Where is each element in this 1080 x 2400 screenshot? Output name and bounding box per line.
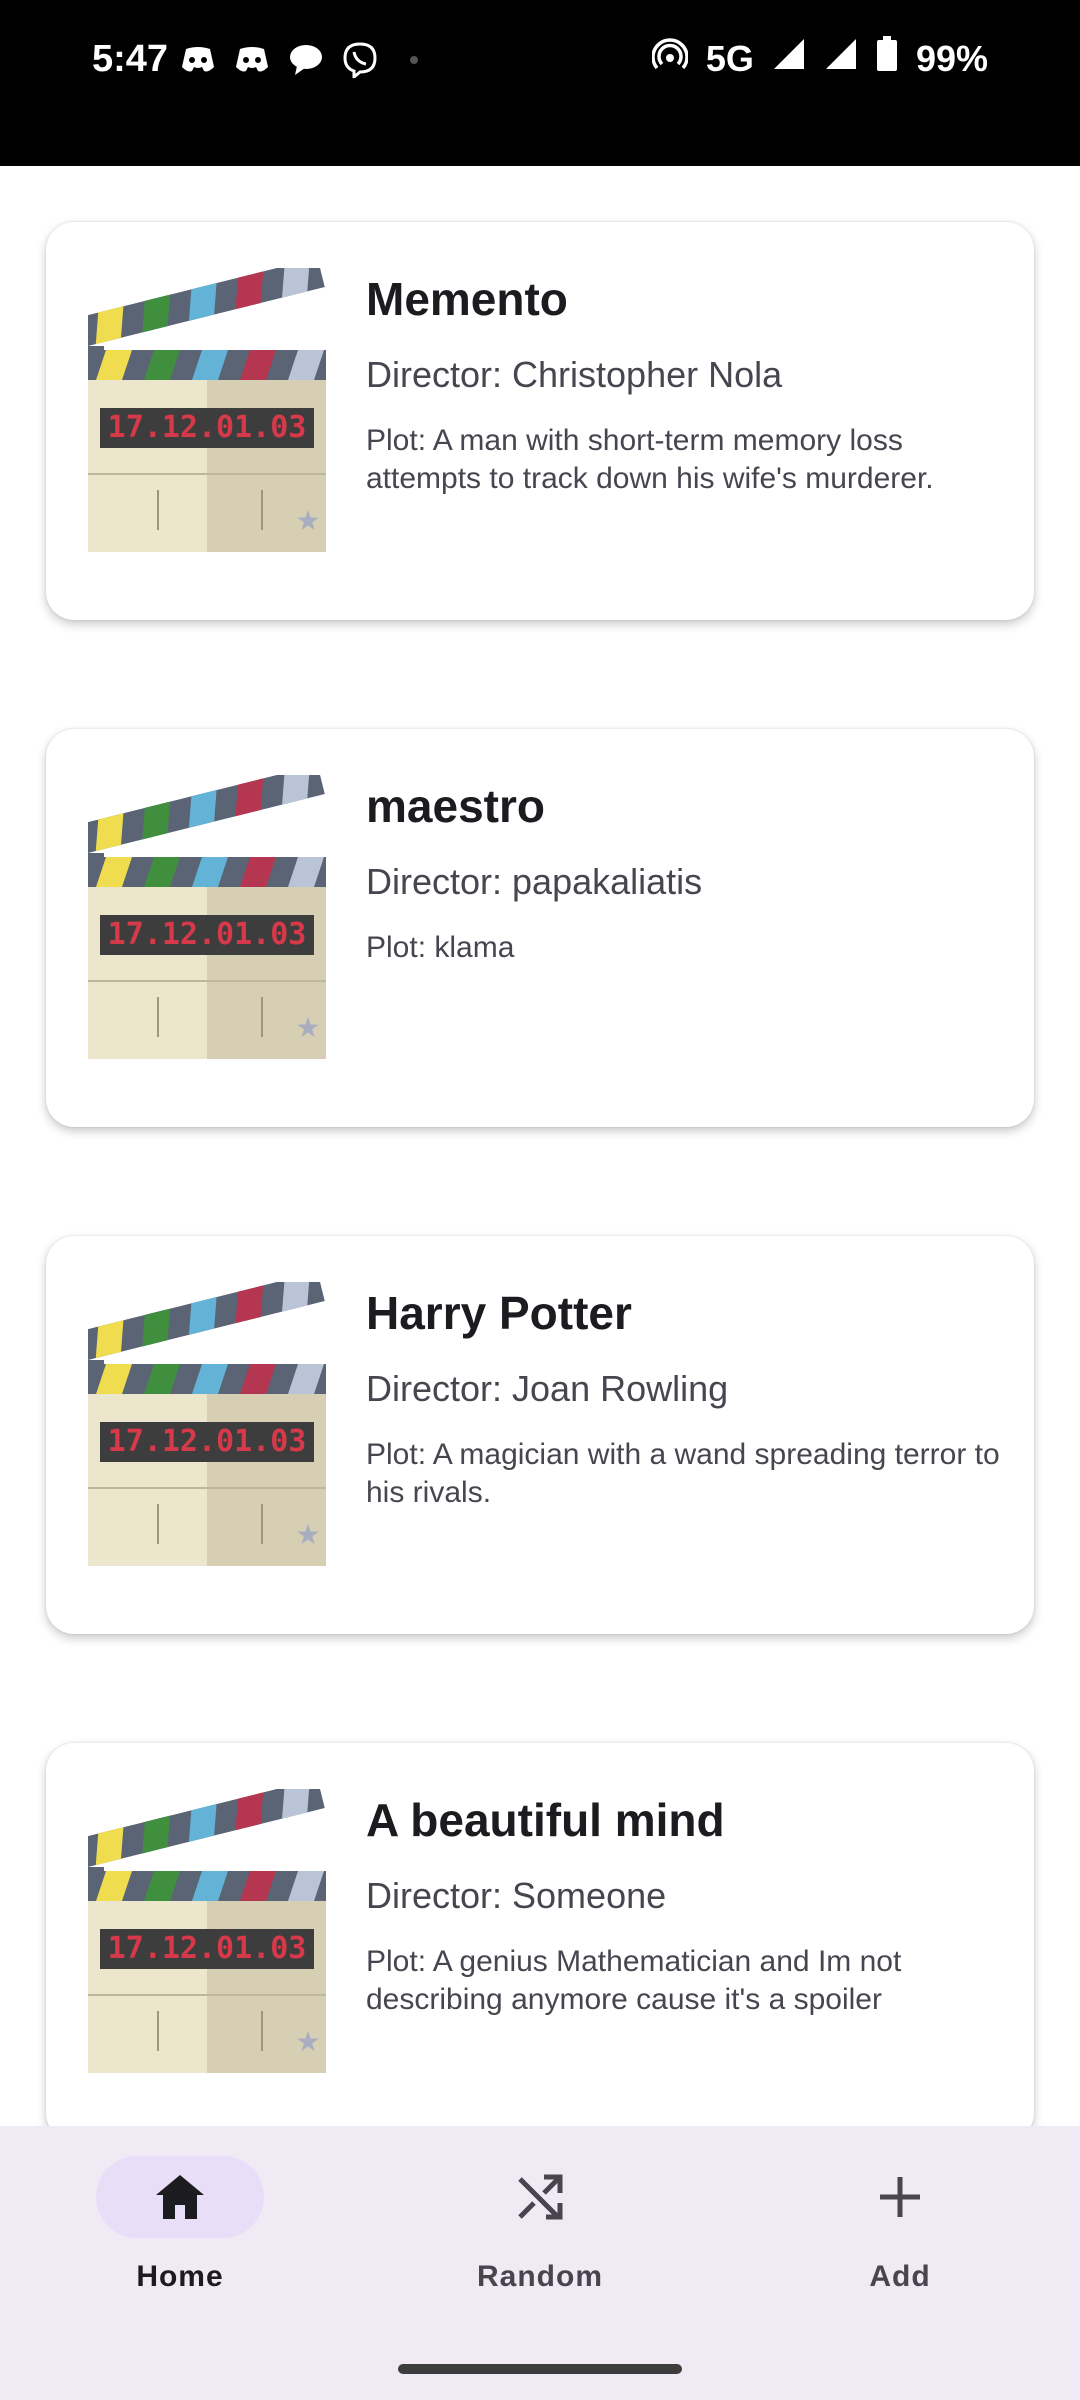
svg-text:★: ★ [295, 1012, 320, 1043]
more-dot-icon [394, 40, 434, 80]
movie-title: Harry Potter [366, 1287, 632, 1339]
battery-percent: 99% [915, 37, 988, 79]
svg-text:★: ★ [295, 505, 320, 536]
svg-text:★: ★ [295, 2026, 320, 2057]
battery-icon [876, 36, 898, 81]
movie-plot: Plot: A magician with a wand spreading t… [366, 1438, 1000, 1509]
plus-icon [880, 2177, 920, 2217]
nav-home-label: Home [136, 2260, 224, 2293]
movie-title: A beautiful mind [366, 1794, 725, 1846]
movie-plot: Plot: A man with short-term memory loss … [366, 424, 934, 495]
nav-home-indicator[interactable] [96, 2156, 264, 2238]
slate-text: 17.12.01.03 [108, 1424, 307, 1459]
viber-icon [340, 40, 380, 80]
status-time: 5:47 [92, 38, 169, 80]
movie-card[interactable]: 17.12.01.03 ★ A beautiful mind Director:… [46, 1743, 1034, 2126]
nav-random-indicator[interactable] [456, 2156, 624, 2238]
slate-text: 17.12.01.03 [108, 1931, 307, 1966]
nav-add-label: Add [869, 2260, 931, 2293]
movie-card[interactable]: 17.12.01.03 ★ maestro Director: papakali… [46, 729, 1034, 1127]
movie-plot: Plot: A genius Mathematician and Im not … [366, 1945, 902, 2016]
clapperboard-icon: 17.12.01.03 ★ [88, 1789, 326, 2073]
nav-random[interactable]: Random [420, 2156, 660, 2336]
hotspot-icon [651, 36, 689, 81]
movie-plot: Plot: klama [366, 931, 515, 964]
movie-title: maestro [366, 780, 545, 832]
movie-director: Director: papakaliatis [366, 861, 703, 902]
slate-text: 17.12.01.03 [108, 917, 307, 952]
status-bar: 5:47 5G 99% [0, 0, 1080, 166]
signal-icon [772, 37, 806, 80]
movie-director: Director: Christopher Nola [366, 354, 783, 395]
movie-title: Memento [366, 273, 568, 325]
movie-card[interactable]: 17.12.01.03 ★ Harry Potter Director: Joa… [46, 1236, 1034, 1634]
movie-director: Director: Joan Rowling [366, 1368, 729, 1409]
slate-text: 17.12.01.03 [108, 410, 307, 445]
clapperboard-icon: 17.12.01.03 ★ [88, 1282, 326, 1566]
nav-add[interactable]: Add [780, 2156, 1020, 2336]
discord-icon [232, 40, 272, 80]
notification-icons [178, 40, 434, 80]
movie-card[interactable]: 17.12.01.03 ★ Memento Director: Christop… [46, 222, 1034, 620]
nav-add-indicator[interactable] [816, 2156, 984, 2238]
status-right: 5G 99% [651, 36, 988, 81]
svg-text:★: ★ [295, 1519, 320, 1550]
home-icon [156, 2175, 204, 2219]
clapperboard-icon: 17.12.01.03 ★ [88, 775, 326, 1059]
movie-director: Director: Someone [366, 1875, 667, 1916]
nav-random-label: Random [477, 2260, 603, 2293]
clapperboard-icon: 17.12.01.03 ★ [88, 268, 326, 552]
shuffle-icon [518, 2174, 563, 2220]
bottom-navigation: Home Random Add [0, 2126, 1080, 2400]
discord-icon [178, 40, 218, 80]
network-type: 5G [705, 37, 754, 79]
movie-list[interactable]: 17.12.01.03 ★ Memento Director: Christop… [0, 166, 1080, 2126]
chat-bubble-icon [286, 40, 326, 80]
nav-home[interactable]: Home [60, 2156, 300, 2336]
signal-roaming-icon [824, 37, 858, 80]
gesture-handle[interactable] [398, 2364, 682, 2374]
